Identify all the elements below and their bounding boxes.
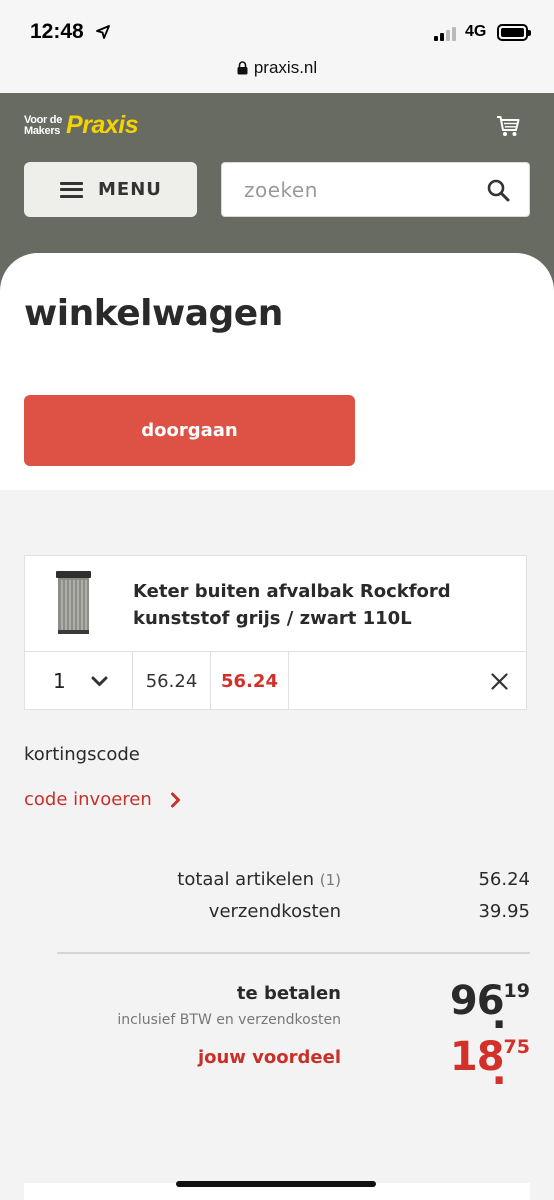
url-text: praxis.nl xyxy=(253,58,318,77)
hamburger-icon xyxy=(60,181,83,198)
search-icon[interactable] xyxy=(487,179,510,202)
search-box xyxy=(221,162,530,217)
signal-strength-icon xyxy=(434,27,456,41)
shopping-cart-icon[interactable] xyxy=(496,115,520,137)
cart-item: Keter buiten afvalbak Rockford kunststof… xyxy=(24,555,527,710)
amount-due-label: te betalen xyxy=(236,983,341,1004)
logo-brand: Praxis xyxy=(66,111,139,139)
product-image[interactable] xyxy=(53,570,94,636)
enter-code-text: code invoeren xyxy=(24,789,152,810)
items-total-value: 56.24 xyxy=(478,869,530,890)
product-name[interactable]: Keter buiten afvalbak Rockford kunststof… xyxy=(133,578,473,632)
totals-divider xyxy=(57,952,530,954)
status-bar: 12:48 4G praxis.nl xyxy=(0,0,554,93)
savings-cents: 75 xyxy=(491,1036,530,1094)
menu-label: MENU xyxy=(98,179,162,200)
remove-item-icon[interactable] xyxy=(491,672,508,690)
chevron-down-icon xyxy=(91,676,108,686)
quantity-select[interactable]: 1 xyxy=(25,652,133,710)
chevron-right-icon xyxy=(170,792,180,807)
menu-button[interactable]: MENU xyxy=(24,162,197,217)
shipping-label: verzendkosten xyxy=(208,901,341,922)
network-type: 4G xyxy=(465,23,487,40)
amount-due-cents: 19 xyxy=(491,980,530,1038)
battery-icon xyxy=(497,24,531,41)
location-arrow-icon xyxy=(96,25,110,39)
enter-code-link[interactable]: code invoeren xyxy=(24,789,181,810)
search-input[interactable] xyxy=(222,177,462,202)
shipping-value: 39.95 xyxy=(478,901,530,922)
items-count: (1) xyxy=(319,871,341,889)
unit-price: 56.24 xyxy=(133,652,211,710)
status-time: 12:48 xyxy=(30,20,84,43)
continue-button[interactable]: doorgaan xyxy=(24,395,355,466)
amount-due-note: inclusief BTW en verzendkosten xyxy=(117,1012,341,1028)
praxis-logo[interactable]: Voor de Makers Praxis xyxy=(24,111,139,140)
home-indicator[interactable] xyxy=(176,1181,376,1187)
items-total-label: totaal artikelen (1) xyxy=(177,869,341,890)
cart-header-card: winkelwagen doorgaan xyxy=(0,253,554,490)
logo-tagline-line1: Voor de xyxy=(24,113,63,126)
logo-tagline-line2: Makers xyxy=(24,124,61,137)
discount-code-label: kortingscode xyxy=(24,744,140,765)
savings-label: jouw voordeel xyxy=(197,1047,341,1068)
page-title: winkelwagen xyxy=(24,293,283,334)
address-bar[interactable]: praxis.nl xyxy=(0,58,554,78)
amount-due-price: 9619 xyxy=(450,978,530,1038)
savings-price: 1875 xyxy=(450,1034,530,1094)
quantity-value: 1 xyxy=(53,669,66,693)
line-total: 56.24 xyxy=(211,652,289,710)
lock-icon xyxy=(237,61,248,75)
